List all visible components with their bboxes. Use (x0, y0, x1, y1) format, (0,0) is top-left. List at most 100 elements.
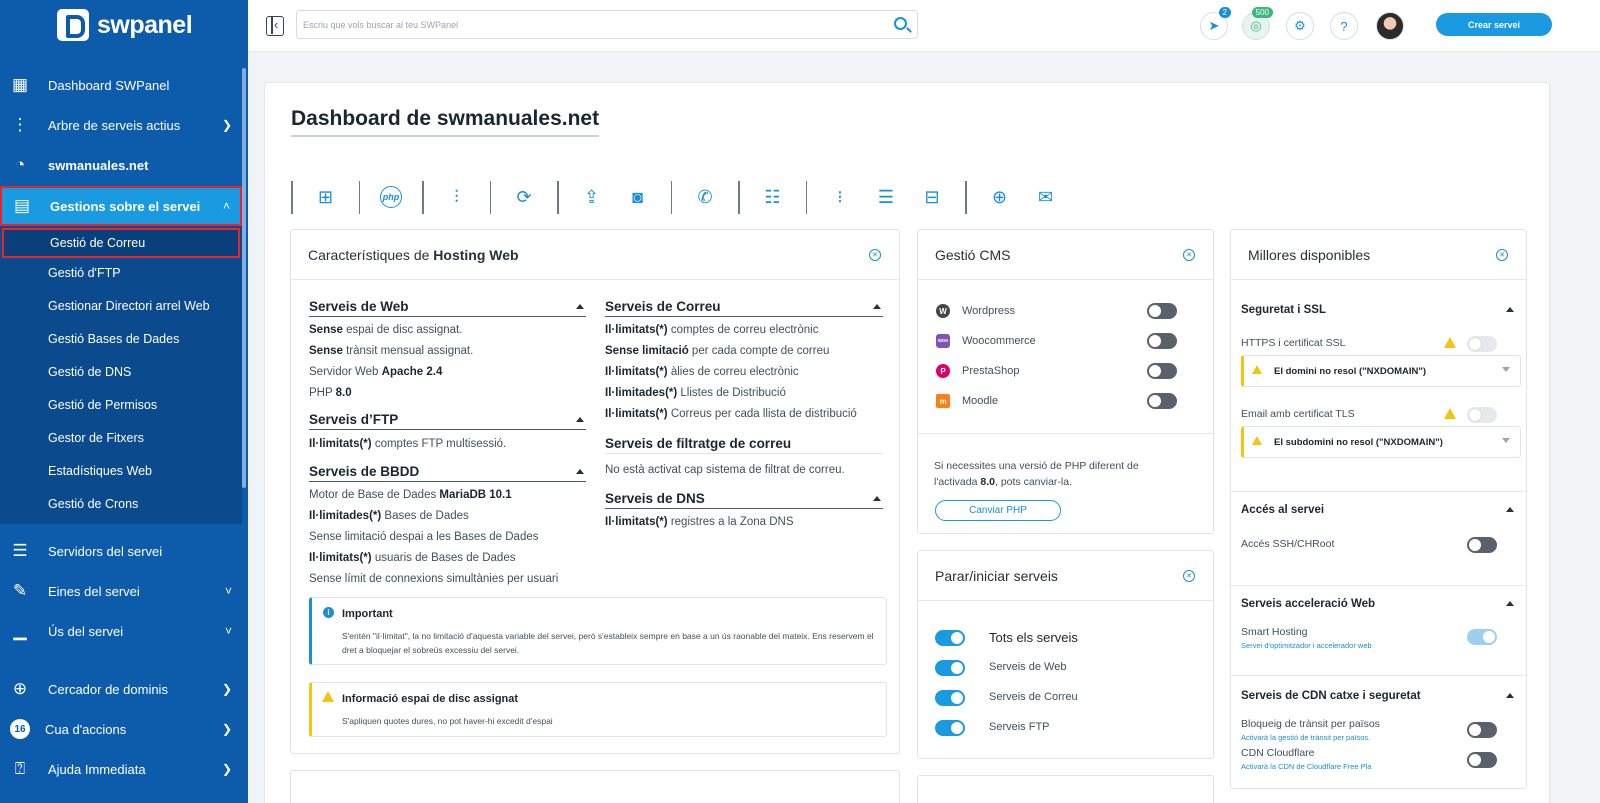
chevron-down-icon (1502, 367, 1510, 372)
question-icon: ? (1340, 18, 1348, 34)
toolbar-divider (738, 180, 740, 214)
submenu-item-dns[interactable]: Gestió de DNS (0, 357, 242, 387)
sidebar-item-action-queue[interactable]: 16 Cua d'accions ❯ (0, 710, 242, 748)
web-services-toggle[interactable] (935, 660, 965, 676)
toolbar-divider (489, 180, 491, 214)
db-services-title[interactable]: Serveis de BBDD (309, 464, 586, 482)
list-icon[interactable]: ☷ (760, 184, 786, 210)
sidebar-item-usage[interactable]: ▁ Ús del servei ˅ (0, 612, 242, 650)
https-warning[interactable]: El domini no resol ("NXDOMAIN") (1241, 355, 1521, 387)
feature-line: Il·limitades(*) Llistes de Distribució (605, 387, 786, 399)
feature-line: Il·limitats(*) Correus per cada llista d… (605, 408, 857, 420)
smart-hosting-toggle[interactable] (1467, 629, 1497, 645)
submenu-item-mail[interactable]: Gestió de Correu (2, 228, 240, 258)
page-title: Dashboard de swmanuales.net (291, 107, 600, 137)
sliders-icon[interactable]: ⫶ (444, 184, 470, 210)
feature-line: Servidor Web Apache 2.4 (309, 366, 443, 378)
checklist-icon[interactable]: ☰ (873, 184, 899, 210)
upgrades-card-header: Millores disponibles ✕ (1231, 230, 1526, 280)
collapse-icon[interactable] (1506, 693, 1514, 698)
tree-icon: ⋮ (11, 115, 29, 134)
create-service-button[interactable]: Crear servei (1436, 13, 1552, 36)
wordpress-icon: W (936, 304, 950, 318)
settings-button[interactable]: ⚙ (1286, 12, 1314, 40)
submenu-item-file-manager[interactable]: Gestor de Fitxers (0, 423, 242, 453)
all-services-toggle[interactable] (935, 630, 965, 646)
collapse-icon[interactable] (1506, 507, 1514, 512)
moodle-toggle[interactable] (1147, 393, 1177, 409)
warning-icon (1252, 365, 1262, 374)
avatar[interactable] (1376, 12, 1404, 40)
submenu-item-permissions[interactable]: Gestió de Permisos (0, 390, 242, 420)
sidebar-scrollbar[interactable] (242, 68, 246, 488)
notifications-button[interactable]: ➤ 2 (1200, 7, 1231, 40)
add-file-icon[interactable]: ⊞ (313, 184, 339, 210)
mail-services-toggle[interactable] (935, 690, 965, 706)
sidebar-item-service-tree[interactable]: ⋮ Arbre de serveis actius ❯ (0, 106, 242, 144)
prestashop-toggle[interactable] (1147, 363, 1177, 379)
collapse-icon[interactable] (1506, 307, 1514, 312)
ftp-services-title[interactable]: Serveis d’FTP (309, 412, 586, 430)
collapse-icon (873, 304, 881, 309)
chevron-down-icon: ˅ (224, 624, 232, 638)
dashboard-icon: ▦ (11, 75, 29, 94)
feature-line: Il·limitats(*) registres a la Zona DNS (605, 516, 794, 528)
mail-services-title[interactable]: Serveis de Correu (605, 299, 883, 317)
sidebar-item-servers[interactable]: ☰ Servidors del servei (0, 532, 242, 570)
close-icon[interactable]: ✕ (1183, 570, 1195, 582)
sidebar-item-tools[interactable]: ✎ Eines del servei ˅ (0, 572, 242, 610)
collapse-icon (576, 304, 584, 309)
tls-warning[interactable]: El subdomini no resol ("NXDOMAIN") (1241, 426, 1521, 458)
wrench-icon[interactable]: ✆ (692, 184, 718, 210)
geo-block-toggle[interactable] (1467, 722, 1497, 738)
wordpress-toggle[interactable] (1147, 303, 1177, 319)
dns-services-title[interactable]: Serveis de DNS (605, 491, 883, 509)
feature-line: Il·limitats(*) usuaris de Bases de Dades (309, 552, 516, 564)
close-icon[interactable]: ✕ (1183, 249, 1195, 261)
sidebar-item-help[interactable]: ⍰ Ajuda Immediata ❯ (0, 750, 242, 788)
refresh-icon[interactable]: ⟳ (511, 184, 537, 210)
mail-filter-title: Serveis de filtratge de correu (605, 436, 883, 454)
close-icon[interactable]: ✕ (1496, 249, 1508, 261)
php-icon[interactable]: php (380, 186, 402, 208)
swpanel-logo[interactable]: swpanel (57, 9, 193, 41)
search-input[interactable]: Escriu que vols buscar al teu SWPanel (296, 10, 918, 39)
paper-plane-icon: ➤ (1208, 18, 1220, 33)
service-management-submenu: Gestió de Correu Gestió d'FTP Gestionar … (0, 226, 242, 524)
https-ssl-toggle[interactable] (1467, 336, 1497, 352)
ftp-services-toggle[interactable] (935, 720, 965, 736)
search-icon[interactable] (894, 17, 907, 30)
sidebar-item-domain-search[interactable]: ⊕ Cercador de dominis ❯ (0, 670, 242, 708)
submenu-item-web-root[interactable]: Gestionar Directori arrel Web (0, 291, 242, 321)
chart-icon: ▁ (13, 621, 27, 640)
cloudflare-toggle[interactable] (1467, 752, 1497, 768)
submenu-item-databases[interactable]: Gestió Bases de Dades (0, 324, 242, 354)
traffic-light-icon[interactable]: ⁝ (827, 184, 853, 210)
feature-line: Motor de Base de Dades MariaDB 10.1 (309, 489, 512, 501)
upload-file-icon[interactable]: ⇪ (579, 184, 605, 210)
globe-icon[interactable]: ⊕ (987, 184, 1013, 210)
wrench-icon: ✎ (12, 581, 28, 600)
camera-icon[interactable]: ◙ (625, 184, 651, 210)
divider (918, 433, 1213, 434)
email-tls-toggle[interactable] (1467, 407, 1497, 423)
sidebar-item-domain[interactable]: ◔ swmanuales.net (0, 146, 242, 184)
mail-check-icon[interactable]: ✉ (1033, 184, 1059, 210)
sidebar-item-dashboard[interactable]: ▦ Dashboard SWPanel (0, 66, 242, 104)
feature-line: Sense límit de connexions simultànies pe… (309, 573, 559, 585)
web-services-title[interactable]: Serveis de Web (309, 299, 586, 317)
woocommerce-toggle[interactable] (1147, 333, 1177, 349)
sidebar-item-service-management[interactable]: ▤ Gestions sobre el servei ˄ (0, 186, 242, 226)
submenu-item-crons[interactable]: Gestió de Crons (0, 489, 242, 519)
submenu-item-ftp[interactable]: Gestió d'FTP (0, 258, 242, 288)
change-php-button[interactable]: Canviar PHP (935, 500, 1061, 521)
add-server-icon[interactable]: ⊟ (919, 184, 945, 210)
collapse-icon[interactable] (1506, 601, 1514, 606)
help-button[interactable]: ? (1330, 12, 1358, 40)
credits-button[interactable]: ◎ 500 (1242, 7, 1273, 40)
submenu-item-web-stats[interactable]: Estadístiques Web (0, 456, 242, 486)
cms-card: Gestió CMS ✕ W Wordpress woo Woocommerce P… (917, 229, 1214, 534)
collapse-sidebar-icon[interactable] (266, 16, 284, 36)
close-icon[interactable]: ✕ (869, 249, 881, 261)
ssh-toggle[interactable] (1467, 537, 1497, 553)
